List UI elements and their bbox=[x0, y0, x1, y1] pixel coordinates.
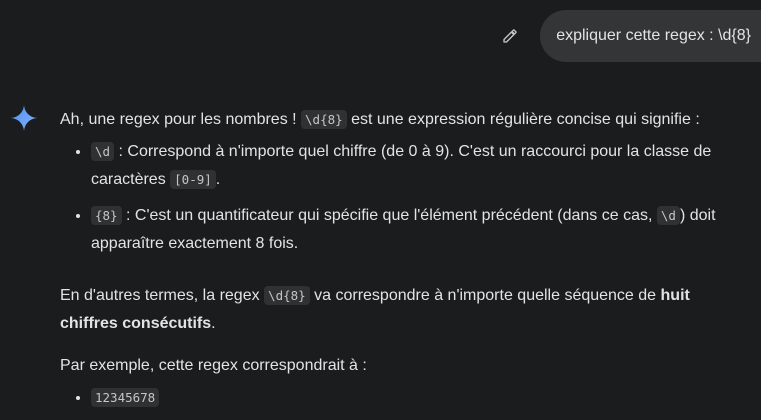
inline-code: [0-9] bbox=[170, 170, 216, 189]
assistant-response: Ah, une regex pour les nombres ! \d{8} e… bbox=[60, 106, 750, 420]
edit-prompt-button[interactable] bbox=[494, 20, 526, 52]
examples-list: 12345678 bbox=[60, 384, 750, 412]
summary-text-mid: va correspondre à n'importe quelle séque… bbox=[309, 287, 661, 304]
explanation-list: \d : Correspond à n'importe quel chiffre… bbox=[60, 138, 750, 258]
inline-code: 12345678 bbox=[91, 388, 160, 407]
summary-paragraph: En d'autres termes, la regex \d{8} va co… bbox=[60, 282, 750, 338]
inline-code: \d bbox=[656, 206, 680, 225]
inline-code: \d{8} bbox=[301, 110, 347, 129]
summary-text: En d'autres termes, la regex bbox=[60, 287, 265, 304]
intro-paragraph: Ah, une regex pour les nombres ! \d{8} e… bbox=[60, 106, 750, 134]
pencil-icon bbox=[503, 29, 517, 43]
list-item-text: : C'est un quantificateur qui spécifie q… bbox=[121, 207, 657, 224]
intro-text: Ah, une regex pour les nombres ! bbox=[60, 111, 302, 128]
inline-code: \d{8} bbox=[264, 286, 310, 305]
list-item: \d : Correspond à n'importe quel chiffre… bbox=[91, 138, 750, 194]
inline-code: {8} bbox=[91, 206, 122, 225]
gemini-sparkle-icon bbox=[10, 104, 38, 132]
list-item: {8} : C'est un quantificateur qui spécif… bbox=[91, 202, 750, 258]
summary-text-end: . bbox=[211, 315, 216, 332]
inline-code: \d bbox=[91, 142, 115, 161]
example-intro: Par exemple, cette regex correspondrait … bbox=[60, 357, 367, 374]
list-item: 12345678 bbox=[91, 384, 750, 412]
user-prompt-bubble: expliquer cette regex : \d{8} bbox=[540, 10, 761, 62]
list-item-text-end: . bbox=[215, 171, 221, 188]
intro-text-end: est une expression régulière concise qui… bbox=[346, 111, 700, 128]
user-message-row: expliquer cette regex : \d{8} bbox=[494, 10, 761, 62]
